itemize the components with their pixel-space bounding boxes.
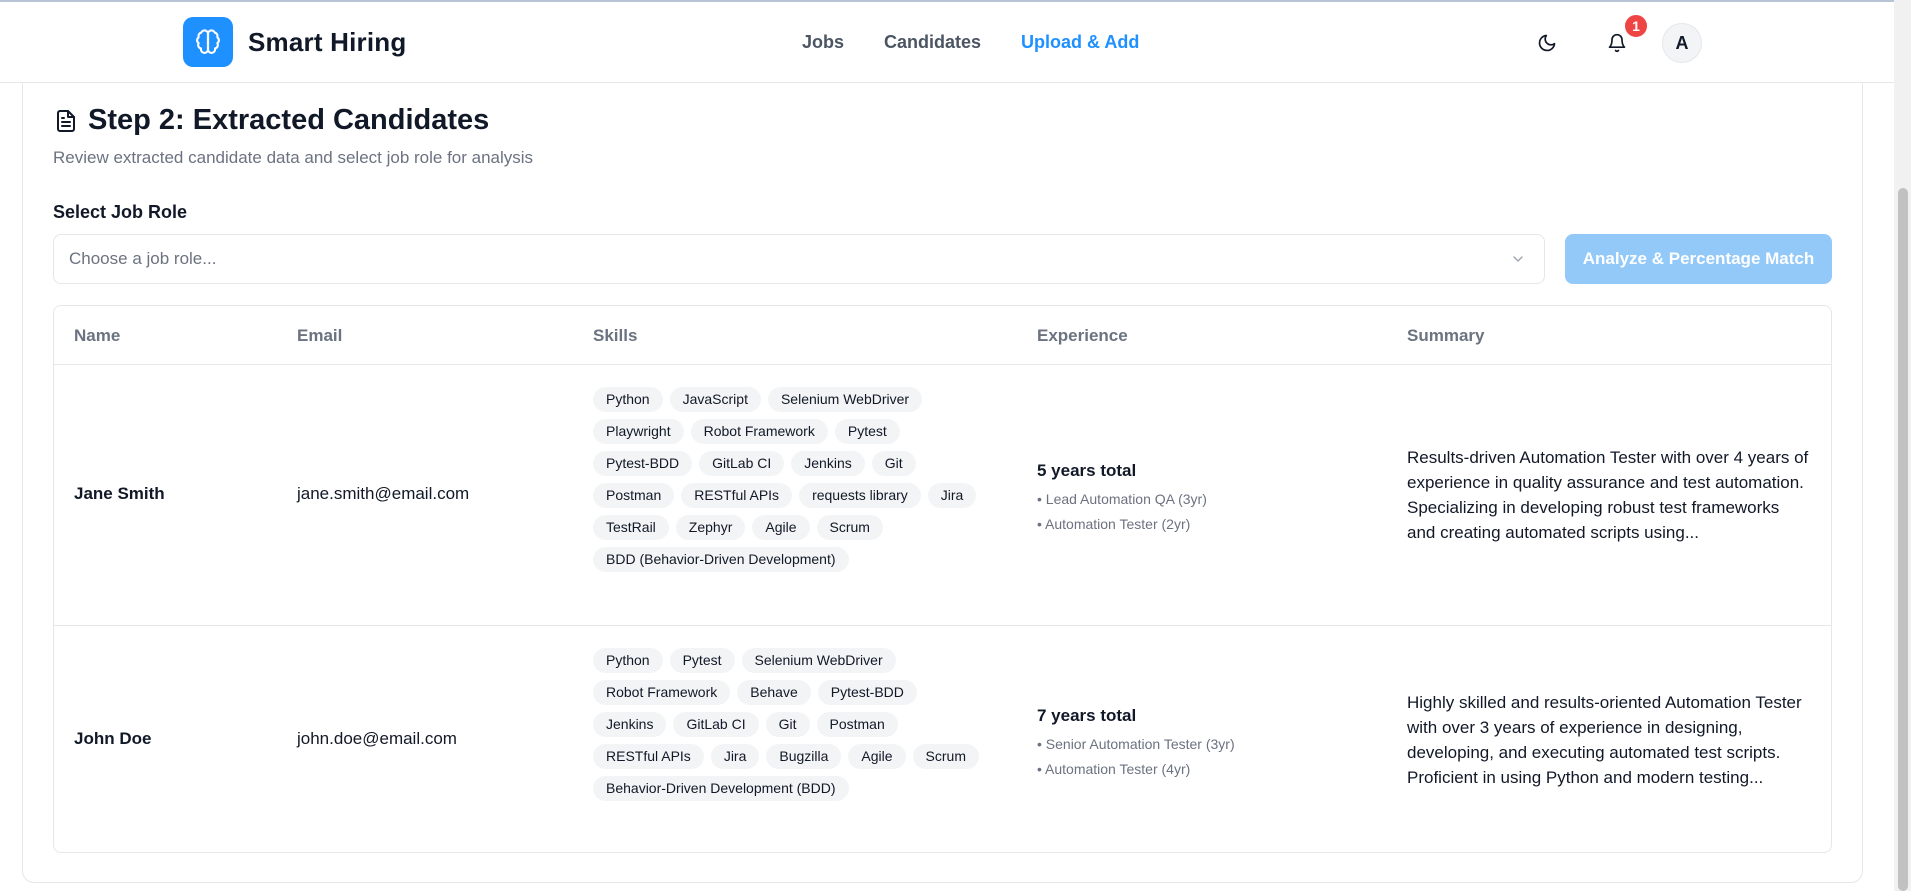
skill-chip: requests library <box>799 483 921 508</box>
skill-chip: Git <box>765 712 810 737</box>
col-header-name: Name <box>74 326 121 345</box>
skill-chip: RESTful APIs <box>681 483 793 508</box>
skill-chip: Python <box>593 387 663 412</box>
experience-item: • Senior Automation Tester (3yr) <box>1037 736 1235 752</box>
skill-chip: Pytest <box>834 419 900 444</box>
skill-chip: TestRail <box>593 515 669 540</box>
skill-chip: Behavior-Driven Development (BDD) <box>593 776 849 801</box>
page-scrollbar-thumb[interactable] <box>1898 188 1908 891</box>
skill-chip: JavaScript <box>669 387 761 412</box>
skills-list: Python JavaScript Selenium WebDriver Playwr… <box>593 387 983 572</box>
skill-chip: Git <box>871 451 916 476</box>
analyze-match-button[interactable]: Analyze & Percentage Match <box>1565 234 1832 284</box>
skill-chip: Zephyr <box>675 515 746 540</box>
candidate-email: jane.smith@email.com <box>297 484 470 503</box>
step-subtitle: Review extracted candidate data and sele… <box>53 148 534 167</box>
table-row: John Doe john.doe@email.com Python Pytest… <box>54 626 1831 852</box>
experience-item: • Automation Tester (2yr) <box>1037 516 1191 532</box>
user-avatar[interactable]: A <box>1662 23 1702 63</box>
moon-icon <box>1538 34 1556 52</box>
experience-item: • Lead Automation QA (3yr) <box>1037 491 1207 507</box>
skill-chip: GitLab CI <box>699 451 785 476</box>
bell-icon <box>1608 33 1626 53</box>
experience-total: 5 years total <box>1037 461 1137 480</box>
table-row: Jane Smith jane.smith@email.com Python Ja… <box>54 365 1831 626</box>
candidate-summary: Highly skilled and results-oriented Auto… <box>1407 693 1802 787</box>
notification-count-badge: 1 <box>1623 13 1649 39</box>
col-header-email: Email <box>297 326 343 345</box>
skill-chip: Jenkins <box>593 712 667 737</box>
skill-chip: Agile <box>752 515 810 540</box>
top-navbar: Smart Hiring Jobs Candidates Upload & Ad… <box>0 2 1894 83</box>
skill-chip: Pytest-BDD <box>817 680 917 705</box>
step-title: Step 2: Extracted Candidates <box>88 104 490 136</box>
job-role-label: Select Job Role <box>53 202 188 222</box>
nav-jobs[interactable]: Jobs <box>802 32 844 53</box>
skill-chip: Postman <box>593 483 675 508</box>
skill-chip: Playwright <box>593 419 684 444</box>
skill-chip: Postman <box>816 712 898 737</box>
table-header: Name Email Skills Experience Summary <box>54 306 1831 365</box>
skill-chip: Behave <box>737 680 811 705</box>
candidate-name: John Doe <box>74 729 152 748</box>
main-nav: Jobs Candidates Upload & Add <box>802 32 1139 53</box>
skill-chip: Python <box>593 648 663 673</box>
nav-candidates[interactable]: Candidates <box>884 32 981 53</box>
job-role-select[interactable]: Choose a job role... <box>53 234 1545 284</box>
experience-cell: 7 years total • Senior Automation Tester… <box>1037 706 1235 782</box>
col-header-summary: Summary <box>1407 326 1485 345</box>
experience-cell: 5 years total • Lead Automation QA (3yr)… <box>1037 461 1207 537</box>
skill-chip: Jira <box>927 483 977 508</box>
skill-chip: GitLab CI <box>673 712 759 737</box>
skill-chip: BDD (Behavior-Driven Development) <box>593 547 849 572</box>
candidate-summary: Results-driven Automation Tester with ov… <box>1407 448 1809 542</box>
job-role-placeholder: Choose a job role... <box>69 249 217 268</box>
chevron-down-icon <box>1513 256 1523 262</box>
skill-chip: Scrum <box>816 515 883 540</box>
skill-chip: Jira <box>710 744 760 769</box>
document-icon <box>57 109 75 132</box>
skill-chip: Robot Framework <box>690 419 828 444</box>
brand-name: Smart Hiring <box>248 26 407 57</box>
skill-chip: Pytest-BDD <box>593 451 693 476</box>
skill-chip: Bugzilla <box>766 744 842 769</box>
col-header-experience: Experience <box>1037 326 1128 345</box>
skill-chip: Pytest <box>669 648 735 673</box>
candidates-table: Name Email Skills Experience Summary Jan… <box>53 305 1832 853</box>
candidate-name: Jane Smith <box>74 484 165 503</box>
brain-icon <box>183 17 233 67</box>
skill-chip: RESTful APIs <box>593 744 704 769</box>
skill-chip: Scrum <box>912 744 979 769</box>
skill-chip: Selenium WebDriver <box>767 387 923 412</box>
skill-chip: Robot Framework <box>593 680 731 705</box>
skills-list: Python Pytest Selenium WebDriver Robot Fram… <box>593 648 983 801</box>
brand[interactable]: Smart Hiring <box>183 17 406 67</box>
nav-upload-add[interactable]: Upload & Add <box>1021 32 1139 53</box>
skill-chip: Jenkins <box>791 451 865 476</box>
experience-item: • Automation Tester (4yr) <box>1037 761 1191 777</box>
skill-chip: Selenium WebDriver <box>741 648 896 673</box>
step-heading: Step 2: Extracted Candidates <box>54 104 489 137</box>
candidate-email: john.doe@email.com <box>297 729 457 748</box>
experience-total: 7 years total <box>1037 706 1137 725</box>
theme-toggle-button[interactable] <box>1527 23 1567 63</box>
col-header-skills: Skills <box>593 326 638 345</box>
skill-chip: Agile <box>848 744 906 769</box>
